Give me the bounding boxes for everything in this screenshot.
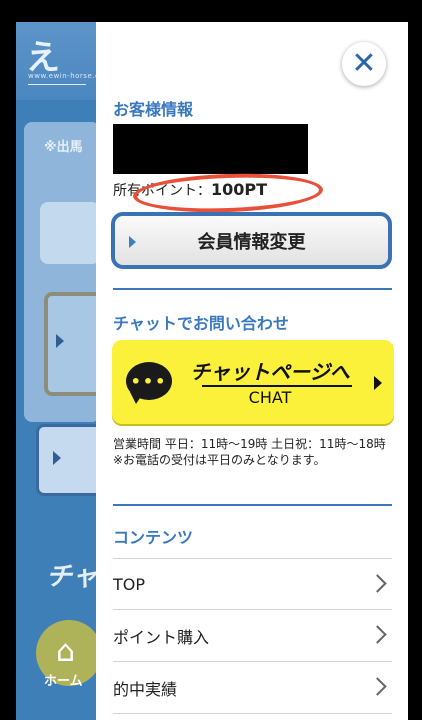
- section-divider: [113, 504, 392, 506]
- chevron-right-icon: [368, 625, 387, 644]
- member-info-change-button[interactable]: 会員情報変更: [111, 212, 392, 269]
- chat-section-title: チャットでお問い合わせ: [113, 314, 289, 333]
- section-divider: [113, 288, 392, 290]
- business-hours: 営業時間 平日：11時〜19時 土日祝：11時〜18時 ※お電話の受付は平日のみ…: [113, 436, 398, 468]
- chat-button-underline: [202, 385, 352, 387]
- member-button-label: 会員情報変更: [197, 231, 306, 253]
- customer-info-title: お客様情報: [113, 100, 194, 119]
- chat-button-main-label: チャットページへ: [190, 360, 350, 384]
- points-highlight-circle: [132, 170, 324, 216]
- menu-item-label: ポイント購入: [113, 627, 210, 647]
- chat-bubble-icon: •••: [126, 362, 172, 400]
- background-notice: ※出馬: [44, 140, 83, 155]
- menu-item-results[interactable]: 的中実績: [113, 662, 392, 714]
- chat-bubble-dots: •••: [130, 371, 168, 391]
- menu-item-point-purchase[interactable]: ポイント購入: [113, 610, 392, 662]
- chevron-right-icon: [368, 574, 387, 593]
- menu-item-label: 的中実績: [113, 679, 178, 699]
- phone-notice-line: ※お電話の受付は平日のみとなります。: [113, 453, 326, 467]
- background-chat-heading: チャ: [46, 562, 98, 592]
- menu-item-top[interactable]: TOP: [113, 558, 392, 610]
- chevron-right-icon: [368, 677, 387, 696]
- menu-item-label: TOP: [113, 574, 146, 594]
- contents-title: コンテンツ: [113, 528, 194, 547]
- background-arrow-icon: [56, 334, 64, 348]
- home-icon: ⌂: [56, 634, 76, 669]
- chat-page-button[interactable]: ••• チャットページへ CHAT: [112, 340, 394, 424]
- chat-button-sub-label: CHAT: [248, 388, 292, 407]
- background-arrow-icon: [53, 451, 61, 465]
- arrow-right-icon: [374, 376, 382, 390]
- background-logo-rule: [28, 84, 86, 85]
- background-card: [40, 202, 100, 264]
- phone-screen: え www.ewin-horse.com ※出馬 チャ ⌂ ホーム ✕ お客様情…: [16, 22, 408, 720]
- side-drawer: ✕ お客様情報 所有ポイント：100PT 会員情報変更 チャットでお問い合わせ …: [96, 22, 408, 720]
- business-hours-line: 営業時間 平日：11時〜19時 土日祝：11時〜18時: [113, 437, 386, 451]
- arrow-right-icon: [129, 236, 136, 248]
- redacted-user-name: [113, 124, 308, 174]
- close-button[interactable]: ✕: [342, 42, 386, 86]
- background-home-label: ホーム: [44, 674, 83, 689]
- close-icon: ✕: [351, 46, 377, 81]
